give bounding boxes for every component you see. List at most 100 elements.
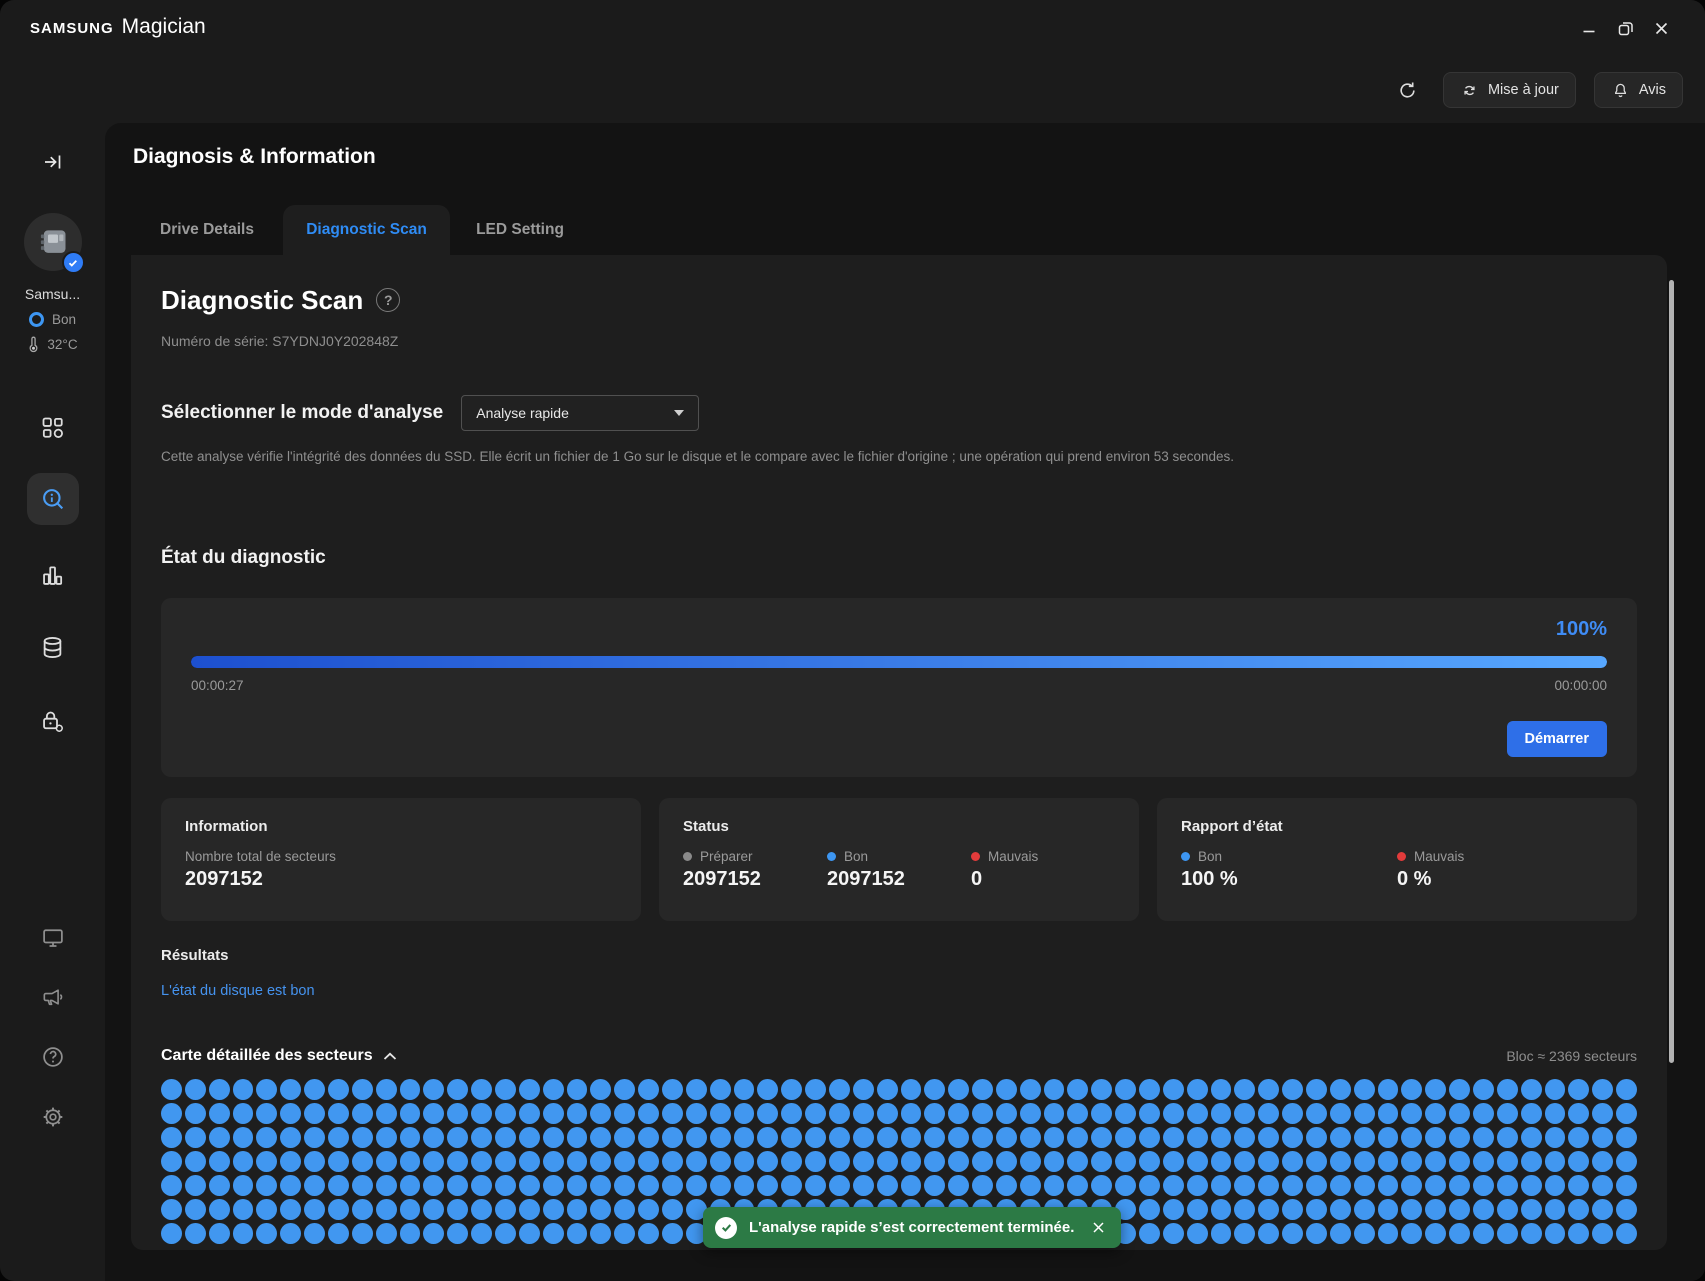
sector-dot [209,1127,230,1148]
diagnosis-icon [39,485,67,513]
sector-dot [1187,1079,1208,1100]
sector-dot [1592,1175,1613,1196]
sector-dot [304,1151,325,1172]
blue-dot-icon [1181,852,1190,861]
sector-dot [185,1079,206,1100]
status-prepare-label: Préparer [700,849,753,864]
sidebar: Samsu... Bon 32°C [0,56,105,1281]
notice-button[interactable]: Avis [1594,72,1683,108]
sector-dot [471,1199,492,1220]
sidebar-item-performance[interactable] [0,562,105,589]
sector-dot [1616,1079,1637,1100]
start-scan-button[interactable]: Démarrer [1507,721,1608,757]
sector-dot [304,1223,325,1244]
sector-dot [352,1175,373,1196]
sector-dot [1473,1103,1494,1124]
sector-dot [304,1103,325,1124]
sector-dot [1378,1223,1399,1244]
sector-dot [1616,1103,1637,1124]
status-card: Status Préparer 2097152 B [659,798,1139,921]
sidebar-item-settings[interactable] [0,1104,105,1130]
sector-dot [1187,1103,1208,1124]
sector-dot [757,1127,778,1148]
sector-dot [209,1199,230,1220]
lock-gear-icon [39,708,66,735]
sector-dot [757,1175,778,1196]
status-good-label: Bon [844,849,868,864]
minimize-button[interactable] [1579,18,1599,38]
sector-dot [495,1199,516,1220]
sector-dot [1521,1079,1542,1100]
sector-dot [1568,1199,1589,1220]
sector-dot [567,1103,588,1124]
toast-close-button[interactable] [1092,1221,1105,1234]
refresh-button[interactable] [1391,73,1425,107]
sector-dot [972,1175,993,1196]
sector-dot [447,1223,468,1244]
collapse-sidebar-button[interactable] [0,151,105,173]
sector-dot [1425,1151,1446,1172]
sector-dot [829,1175,850,1196]
sector-dot [1521,1127,1542,1148]
sidebar-item-data-management[interactable] [0,634,105,661]
sector-dot [1187,1223,1208,1244]
sector-dot [1354,1199,1375,1220]
sector-dot [734,1079,755,1100]
scan-mode-select[interactable]: Analyse rapide [461,395,699,431]
progress-bar [191,656,1607,668]
close-button[interactable] [1651,18,1671,38]
status-bad-label: Mauvais [988,849,1038,864]
sector-dot [1234,1103,1255,1124]
progress-bar-fill [191,656,1607,668]
help-tooltip-icon[interactable]: ? [376,288,400,312]
sector-dot [1044,1079,1065,1100]
sidebar-item-announcement[interactable] [0,984,105,1010]
sector-dot [662,1175,683,1196]
sector-dot [734,1103,755,1124]
results-message-link[interactable]: L'état du disque est bon [161,983,315,1001]
sector-dot [304,1175,325,1196]
sector-dot [1449,1103,1470,1124]
sector-dot [662,1103,683,1124]
sector-dot [1163,1151,1184,1172]
sector-dot [471,1103,492,1124]
sector-dot [161,1151,182,1172]
sector-dot [376,1079,397,1100]
sidebar-item-diagnosis[interactable] [0,473,105,525]
app-window: SAMSUNG Magician [0,0,1705,1281]
diagnostic-scan-panel: Diagnostic Scan ? Numéro de série: S7YDN… [131,255,1667,1250]
sector-dot [1258,1175,1279,1196]
tab-diagnostic-scan[interactable]: Diagnostic Scan [283,205,450,255]
tab-led-setting[interactable]: LED Setting [450,205,590,255]
vertical-scrollbar-thumb[interactable] [1669,280,1674,1063]
sector-dot [590,1127,611,1148]
restore-button[interactable] [1615,18,1635,38]
report-good-col: Bon 100 % [1181,849,1397,891]
serial-number: Numéro de série: S7YDNJ0Y202848Z [161,333,1637,351]
sidebar-item-security[interactable] [0,708,105,735]
update-button[interactable]: Mise à jour [1443,72,1576,108]
sector-dot [304,1199,325,1220]
sector-dot [948,1127,969,1148]
sector-dot [1067,1103,1088,1124]
thermometer-icon [27,336,40,353]
progress-percent: 100% [191,618,1607,644]
tab-drive-details[interactable]: Drive Details [131,205,283,255]
sector-dot [447,1127,468,1148]
sector-dot [1282,1175,1303,1196]
drive-avatar-wrap[interactable] [0,213,105,271]
sector-dot [1139,1127,1160,1148]
report-card: Rapport d’état Bon 100 % [1157,798,1637,921]
sidebar-item-dashboard[interactable] [0,414,105,441]
sector-dot [328,1127,349,1148]
page-title: Diagnosis & Information [133,145,376,169]
sector-dot [1568,1127,1589,1148]
sidebar-item-pc-monitor[interactable] [0,925,105,951]
sidebar-item-help[interactable] [0,1044,105,1070]
red-dot-icon [1397,852,1406,861]
sector-dot [1139,1079,1160,1100]
sector-map-toggle[interactable]: Carte détaillée des secteurs [161,1047,397,1065]
red-dot-icon [971,852,980,861]
sector-dot [924,1103,945,1124]
sector-dot [757,1151,778,1172]
